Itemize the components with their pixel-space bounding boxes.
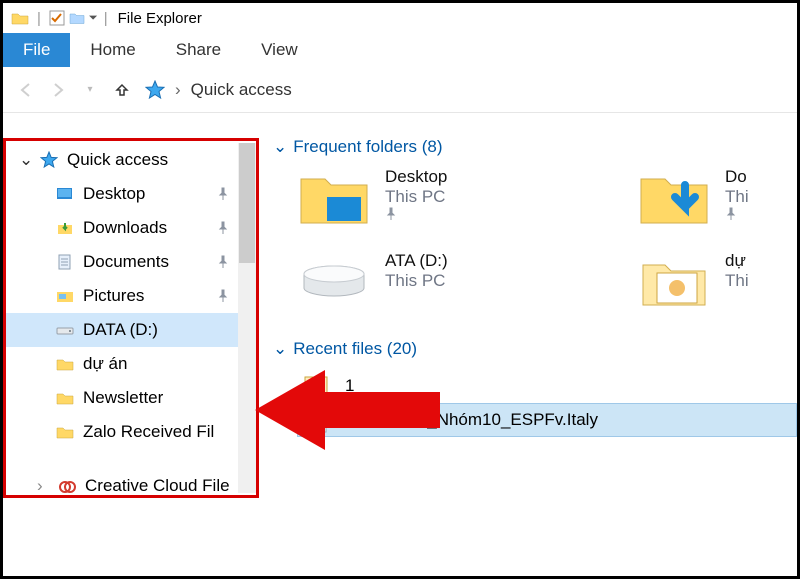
image-file-icon (303, 373, 329, 399)
tab-home[interactable]: Home (70, 33, 155, 67)
recent-file-tmqt[interactable]: W TMQT43.1_Nhóm10_ESPFv.Italy (297, 403, 797, 437)
folder-location: This PC (385, 187, 447, 207)
documents-icon (55, 254, 75, 270)
sidebar-item-newsletter[interactable]: Newsletter (3, 381, 247, 415)
recent-files-header[interactable]: ⌄ Recent files (20) (273, 339, 797, 359)
nav-bar: ▾ › Quick access (3, 67, 797, 113)
pictures-icon (55, 289, 75, 303)
pin-icon (217, 255, 229, 269)
sidebar-item-label: Zalo Received Fil (83, 422, 214, 442)
folder-icon (55, 391, 75, 405)
breadcrumb-separator-icon: › (175, 80, 181, 100)
sidebar-item-label: DATA (D:) (83, 320, 158, 340)
sidebar-item-label: Desktop (83, 184, 145, 204)
app-title: File Explorer (118, 10, 202, 27)
folder-open-icon (637, 251, 711, 313)
recent-file-1[interactable]: 1 (297, 369, 797, 403)
up-button[interactable] (113, 82, 131, 98)
sidebar-root-label: Quick access (67, 150, 168, 170)
sidebar-item-documents[interactable]: Documents (3, 245, 247, 279)
sidebar-root-quick-access[interactable]: ⌄ Quick access (3, 143, 247, 177)
nav-tree: ⌄ Quick access Desktop Downloads Documen… (3, 113, 247, 576)
sidebar-item-label: Downloads (83, 218, 167, 238)
sidebar-item-label: Pictures (83, 286, 144, 306)
qat-dropdown-icon[interactable]: ⏷ (89, 12, 98, 25)
folder-desktop[interactable]: Desktop This PC (297, 167, 507, 229)
chevron-down-icon: ⌄ (19, 150, 33, 170)
folder-name: ATA (D:) (385, 251, 448, 271)
chevron-down-icon: ⌄ (273, 137, 287, 157)
creative-cloud-icon (57, 479, 77, 493)
folder-icon (11, 11, 29, 25)
sidebar-item-duan[interactable]: dự án (3, 347, 247, 381)
sidebar-item-data-d[interactable]: DATA (D:) (3, 313, 247, 347)
drive-icon (55, 324, 75, 336)
tab-view[interactable]: View (241, 33, 318, 67)
desktop-folder-icon (297, 167, 371, 229)
folder-name: dự (725, 251, 749, 271)
sidebar-item-label: Newsletter (83, 388, 163, 408)
downloads-icon (55, 221, 75, 235)
tab-share[interactable]: Share (156, 33, 241, 67)
folder-small-icon (69, 12, 85, 24)
folder-duan-cut[interactable]: dự Thi (637, 251, 737, 313)
folder-icon (55, 357, 75, 371)
pin-icon (385, 207, 447, 221)
sidebar-item-label: Creative Cloud File (85, 476, 230, 496)
folder-location: Thi (725, 187, 749, 207)
checkbox-icon[interactable] (49, 10, 65, 26)
folder-downloads-cut[interactable]: Do Thi (637, 167, 737, 229)
svg-text:W: W (309, 416, 319, 427)
breadcrumb[interactable]: › Quick access (145, 80, 292, 100)
recent-dropdown-icon[interactable]: ▾ (81, 84, 99, 95)
pin-icon (217, 221, 229, 235)
recent-file-name: TMQT43.1_Nhóm10_ESPFv.Italy (346, 410, 598, 430)
pin-icon (725, 207, 749, 221)
folder-icon (55, 425, 75, 439)
desktop-icon (55, 187, 75, 201)
quick-access-star-icon (145, 80, 165, 100)
file-tab[interactable]: File (3, 33, 70, 67)
content-pane: ⌄ Frequent folders (8) Desktop This PC (247, 113, 797, 576)
drive-large-icon (297, 251, 371, 313)
sidebar-item-zalo[interactable]: Zalo Received Fil (3, 415, 247, 449)
pin-icon (217, 187, 229, 201)
sidebar-item-downloads[interactable]: Downloads (3, 211, 247, 245)
folder-name: Desktop (385, 167, 447, 187)
chevron-right-icon: › (37, 476, 51, 496)
pin-icon (217, 289, 229, 303)
recent-file-name: 1 (345, 376, 354, 396)
folder-location: This PC (385, 271, 448, 291)
word-file-icon: W (304, 407, 330, 433)
sidebar-item-pictures[interactable]: Pictures (3, 279, 247, 313)
folder-name: Do (725, 167, 749, 187)
sidebar-item-creative-cloud[interactable]: › Creative Cloud File (3, 469, 247, 503)
sidebar-item-label: dự án (83, 354, 127, 374)
forward-button[interactable] (49, 82, 67, 98)
downloads-folder-icon (637, 167, 711, 229)
folder-location: Thi (725, 271, 749, 291)
frequent-folders-header[interactable]: ⌄ Frequent folders (8) (273, 137, 797, 157)
sidebar-item-label: Documents (83, 252, 169, 272)
breadcrumb-current: Quick access (191, 80, 292, 100)
sidebar-item-desktop[interactable]: Desktop (3, 177, 247, 211)
folder-data-d[interactable]: ATA (D:) This PC (297, 251, 507, 313)
ribbon: File Home Share View (3, 33, 797, 67)
title-bar: | ⏷ | File Explorer (3, 3, 797, 33)
star-icon (39, 151, 59, 169)
back-button[interactable] (17, 82, 35, 98)
chevron-down-icon: ⌄ (273, 339, 287, 359)
